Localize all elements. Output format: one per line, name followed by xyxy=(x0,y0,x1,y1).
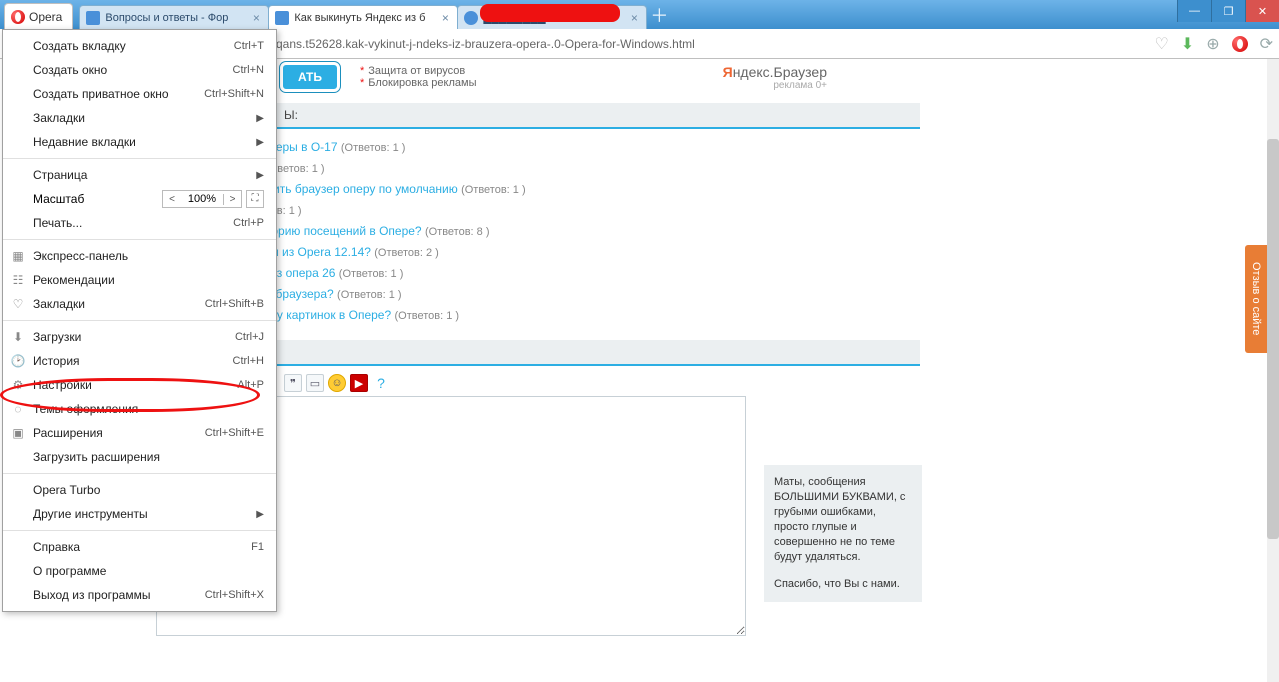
clock-icon: 🕑 xyxy=(11,354,25,368)
youtube-icon[interactable]: ▶ xyxy=(350,374,368,392)
new-tab-button[interactable]: ＋ xyxy=(650,2,668,28)
smile-icon[interactable]: ☺ xyxy=(328,374,346,392)
globe-icon xyxy=(275,11,289,25)
ad-text: *Защита от вирусов *Блокировка рекламы xyxy=(360,65,476,89)
menu-history[interactable]: 🕑ИсторияCtrl+H xyxy=(3,349,276,373)
bookmark-heart-icon[interactable]: ♡ xyxy=(1154,34,1168,54)
menu-new-tab[interactable]: Создать вкладкуCtrl+T xyxy=(3,34,276,58)
menu-exit[interactable]: Выход из программыCtrl+Shift+X xyxy=(3,583,276,607)
menu-downloads[interactable]: ⬇ЗагрузкиCtrl+J xyxy=(3,325,276,349)
menu-get-extensions[interactable]: Загрузить расширения xyxy=(3,445,276,469)
link-item[interactable]: авить браузер оперу по умолчанию xyxy=(260,182,458,196)
feedback-tab[interactable]: Отзыв о сайте xyxy=(1245,245,1267,353)
menu-page[interactable]: Страница▶ xyxy=(3,163,276,187)
opera-menu-label: Opera xyxy=(29,10,62,24)
scrollbar-thumb[interactable] xyxy=(1267,139,1279,539)
ad-button[interactable]: АТЬ xyxy=(280,62,340,92)
zoom-label: Масштаб xyxy=(33,192,84,206)
link-item[interactable]: сторию посещений в Опере? xyxy=(260,224,422,238)
menu-zoom: Масштаб < 100% > ⛶ xyxy=(3,187,276,211)
tab-1[interactable]: Как выкинуть Яндекс из б × xyxy=(268,5,458,29)
globe-icon xyxy=(464,11,478,25)
ad-row: АТЬ *Защита от вирусов *Блокировка рекла… xyxy=(150,59,1267,95)
menu-themes[interactable]: ◌Темы оформления xyxy=(3,397,276,421)
opera-menu-button[interactable]: Opera xyxy=(4,3,73,29)
notice-box: Маты, сообщения БОЛЬШИМИ БУКВАМИ, с груб… xyxy=(764,465,922,602)
vertical-scrollbar[interactable] xyxy=(1267,59,1279,682)
droplet-icon: ◌ xyxy=(11,402,25,416)
menu-other-tools[interactable]: Другие инструменты▶ xyxy=(3,502,276,526)
close-icon[interactable]: × xyxy=(250,12,262,24)
address-input[interactable] xyxy=(276,33,1144,55)
question-links: Оперы в O-17 (Ответов: 1 ) (Ответов: 1 )… xyxy=(260,137,1267,326)
menu-recommendations[interactable]: ☷Рекомендации xyxy=(3,268,276,292)
help-icon[interactable]: ? xyxy=(372,374,390,392)
tab-0[interactable]: Вопросы и ответы - Фор × xyxy=(79,5,269,29)
menu-bookmarks[interactable]: Закладки▶ xyxy=(3,106,276,130)
globe-proxy-icon[interactable]: ⊕ xyxy=(1206,34,1219,54)
menu-recent-tabs[interactable]: Недавние вкладки▶ xyxy=(3,130,276,154)
close-window-button[interactable]: ✕ xyxy=(1245,0,1279,22)
titlebar: Opera Вопросы и ответы - Фор × Как выкин… xyxy=(0,0,1279,29)
maximize-button[interactable]: ❐ xyxy=(1211,0,1245,22)
puzzle-icon: ▣ xyxy=(11,426,25,440)
gear-icon: ⚙ xyxy=(11,378,25,392)
fullscreen-button[interactable]: ⛶ xyxy=(246,190,264,208)
globe-icon xyxy=(86,11,100,25)
window-controls: — ❐ ✕ xyxy=(1177,0,1279,29)
download-icon: ⬇ xyxy=(11,330,25,344)
sync-icon[interactable]: ⟳ xyxy=(1260,34,1273,54)
menu-help[interactable]: СправкаF1 xyxy=(3,535,276,559)
grid-icon: ▦ xyxy=(11,249,25,263)
address-actions: ♡ ⬇ ⊕ ⟳ xyxy=(1154,34,1273,54)
minimize-button[interactable]: — xyxy=(1177,0,1211,22)
menu-extensions[interactable]: ▣РасширенияCtrl+Shift+E xyxy=(3,421,276,445)
close-icon[interactable]: × xyxy=(439,12,451,24)
redaction-mark xyxy=(480,4,620,22)
menu-settings[interactable]: ⚙НастройкиAlt+P xyxy=(3,373,276,397)
menu-print[interactable]: Печать...Ctrl+P xyxy=(3,211,276,235)
menu-about[interactable]: О программе xyxy=(3,559,276,583)
download-icon[interactable]: ⬇ xyxy=(1181,34,1194,54)
heart-icon: ♡ xyxy=(11,297,25,311)
image-icon[interactable]: ▭ xyxy=(306,374,324,392)
zoom-out-button[interactable]: < xyxy=(163,194,181,205)
zoom-in-button[interactable]: > xyxy=(223,194,241,205)
menu-opera-turbo[interactable]: Opera Turbo xyxy=(3,478,276,502)
opera-main-menu: Создать вкладкуCtrl+T Создать окноCtrl+N… xyxy=(2,29,277,612)
page-content: АТЬ *Защита от вирусов *Блокировка рекла… xyxy=(150,59,1267,682)
opera-logo-icon xyxy=(11,10,25,24)
menu-speed-dial[interactable]: ▦Экспресс-панель xyxy=(3,244,276,268)
menu-new-private[interactable]: Создать приватное окноCtrl+Shift+N xyxy=(3,82,276,106)
opera-badge-icon[interactable] xyxy=(1232,36,1248,52)
link-item[interactable]: узку картинок в Опере? xyxy=(260,308,391,322)
close-icon[interactable]: × xyxy=(628,12,640,24)
tab-title: Вопросы и ответы - Фор xyxy=(105,12,245,24)
newspaper-icon: ☷ xyxy=(11,273,25,287)
menu-bookmarks-2[interactable]: ♡ЗакладкиCtrl+Shift+B xyxy=(3,292,276,316)
tab-title: Как выкинуть Яндекс из б xyxy=(294,12,434,24)
yandex-brand: Яндекс.Браузер реклама 0+ xyxy=(723,64,827,91)
menu-new-window[interactable]: Создать окноCtrl+N xyxy=(3,58,276,82)
editor-toolbar: ❞ ▭ ☺ ▶ ? xyxy=(284,374,1267,392)
zoom-value: 100% xyxy=(181,193,223,205)
quote-icon[interactable]: ❞ xyxy=(284,374,302,392)
